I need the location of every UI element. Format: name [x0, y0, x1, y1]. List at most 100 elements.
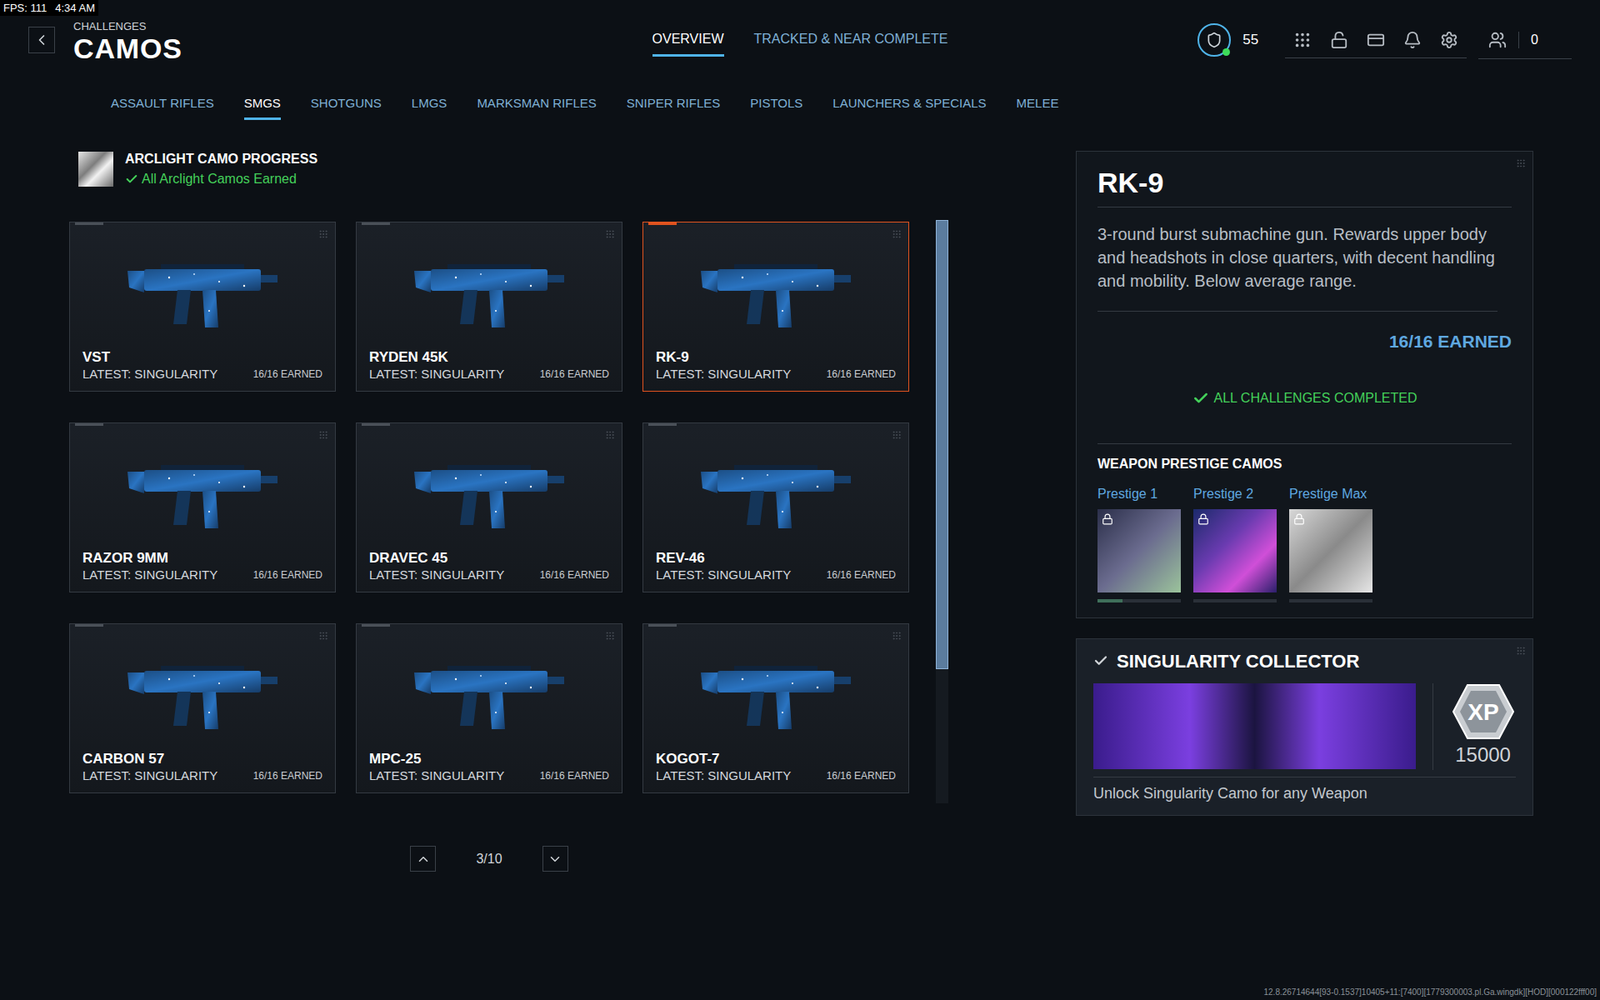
card-info: DRAVEC 45LATEST: SINGULARITY 16/16 EARNED — [356, 550, 622, 592]
card-accent — [361, 222, 390, 225]
prestige-progress — [1097, 599, 1181, 603]
card-accent — [75, 423, 104, 426]
weapon-image-icon — [119, 244, 286, 336]
fps-overlay: FPS: 1114:34 AM — [0, 0, 99, 16]
grid-icon — [1515, 645, 1526, 656]
breadcrumb: CHALLENGES — [73, 20, 183, 33]
weapon-latest: LATEST: SINGULARITY — [655, 566, 791, 584]
card-info: KOGOT-7LATEST: SINGULARITY16/16 EARNED — [643, 750, 909, 793]
weapon-image — [643, 624, 909, 751]
prestige-item[interactable]: Prestige 1 — [1097, 484, 1181, 603]
grid-icon — [605, 430, 615, 440]
reward-description: Unlock Singularity Camo for any Weapon — [1093, 776, 1516, 805]
grid-icon — [318, 229, 329, 240]
weapon-card[interactable]: MPC-25LATEST: SINGULARITY16/16 EARNED — [355, 623, 623, 794]
prestige-list: Prestige 1Prestige 2Prestige Max — [1097, 484, 1512, 603]
weapon-name: KOGOT-7 — [655, 750, 896, 768]
weapon-image-icon — [119, 645, 286, 738]
scrollbar[interactable] — [935, 220, 949, 804]
weapon-card[interactable]: RAZOR 9MMLATEST: SINGULARITY16/16 EARNED — [69, 422, 336, 593]
card-icon[interactable] — [1366, 30, 1385, 50]
player-avatar[interactable] — [1197, 23, 1231, 57]
weapon-name: RK-9 — [655, 349, 896, 366]
category-tab[interactable]: ASSAULT RIFLES — [110, 94, 215, 121]
reward-panel: SINGULARITY COLLECTORXP15000Unlock Singu… — [1075, 638, 1534, 816]
category-tab[interactable]: SMGS — [244, 94, 281, 121]
weapon-grid: VSTLATEST: SINGULARITY16/16 EARNEDRYDEN … — [69, 221, 910, 804]
weapon-image-icon — [692, 445, 860, 537]
weapon-card[interactable]: CARBON 57LATEST: SINGULARITY16/16 EARNED — [69, 623, 336, 794]
lock-icon — [1101, 513, 1114, 525]
weapon-earned: 16/16 EARNED — [540, 567, 610, 583]
grid-icon — [891, 430, 902, 440]
grid-icon — [605, 630, 615, 641]
weapon-card[interactable]: KOGOT-7LATEST: SINGULARITY16/16 EARNED — [642, 623, 910, 794]
party-group: 0 — [1478, 21, 1572, 60]
weapon-latest: LATEST: SINGULARITY — [82, 767, 218, 785]
pagination: 3/10 — [69, 845, 910, 872]
weapon-image — [70, 624, 335, 751]
main: ARCLIGHT CAMO PROGRESSAll Arclight Camos… — [0, 150, 1600, 872]
category-tab[interactable]: MELEE — [1016, 94, 1060, 121]
prestige-progress — [1193, 599, 1277, 603]
rank-icon — [1205, 31, 1223, 49]
prestige-camo — [1289, 509, 1373, 593]
chevron-down-icon — [547, 851, 563, 867]
party-icon[interactable] — [1488, 30, 1507, 50]
prestige-progress — [1289, 599, 1373, 603]
page-down-button[interactable] — [542, 845, 569, 872]
category-tab[interactable]: SHOTGUNS — [310, 94, 382, 121]
top-tabs: OVERVIEW TRACKED & NEAR COMPLETE — [652, 24, 949, 57]
weapon-card[interactable]: REV-46LATEST: SINGULARITY16/16 EARNED — [642, 422, 910, 593]
card-info: RK-9LATEST: SINGULARITY16/16 EARNED — [643, 349, 909, 391]
reward-amount: 15000 — [1455, 740, 1511, 770]
page-up-button[interactable] — [410, 845, 436, 872]
top-tab[interactable]: TRACKED & NEAR COMPLETE — [754, 29, 949, 57]
category-tab[interactable]: LMGS — [411, 94, 448, 121]
unlock-icon[interactable] — [1330, 30, 1349, 50]
arclight-progress: ARCLIGHT CAMO PROGRESSAll Arclight Camos… — [78, 150, 949, 188]
prestige-item[interactable]: Prestige Max — [1289, 484, 1373, 603]
detail-description: 3-round burst submachine gun. Rewards up… — [1097, 222, 1498, 312]
category-tab[interactable]: LAUNCHERS & SPECIALS — [832, 94, 986, 121]
prestige-camo — [1097, 509, 1181, 593]
weapon-name: RAZOR 9MM — [82, 550, 323, 567]
back-button[interactable] — [28, 26, 55, 54]
category-tab[interactable]: SNIPER RIFLES — [626, 94, 721, 121]
category-tab[interactable]: PISTOLS — [750, 94, 803, 121]
grid-icon — [605, 229, 615, 240]
prestige-item[interactable]: Prestige 2 — [1193, 484, 1277, 603]
check-icon — [125, 172, 139, 186]
weapon-name: DRAVEC 45 — [369, 550, 610, 567]
weapon-image — [643, 423, 909, 550]
check-icon — [1093, 653, 1109, 669]
weapon-card[interactable]: DRAVEC 45LATEST: SINGULARITY 16/16 EARNED — [355, 422, 623, 593]
top-tab[interactable]: OVERVIEW — [652, 29, 725, 57]
weapon-image-icon — [405, 645, 573, 738]
weapon-name: MPC-25 — [369, 750, 610, 768]
weapon-card[interactable]: RK-9LATEST: SINGULARITY16/16 EARNED — [642, 221, 910, 392]
category-tab[interactable]: MARKSMAN RIFLES — [476, 94, 596, 121]
weapon-latest: LATEST: SINGULARITY — [369, 767, 505, 785]
card-accent — [75, 624, 104, 627]
bell-icon[interactable] — [1403, 30, 1422, 50]
weapon-image — [70, 222, 335, 350]
xp-badge-icon: XP — [1451, 683, 1515, 740]
lock-icon — [1293, 513, 1305, 525]
gear-icon[interactable] — [1440, 30, 1459, 50]
weapon-latest: LATEST: SINGULARITY — [655, 767, 791, 785]
scrollbar-thumb[interactable] — [935, 220, 949, 670]
weapon-earned: 16/16 EARNED — [253, 366, 323, 382]
menu-icons — [1285, 22, 1467, 59]
weapon-card[interactable]: RYDEN 45KLATEST: SINGULARITY16/16 EARNED — [355, 221, 623, 392]
back-icon — [33, 31, 50, 49]
weapon-earned: 16/16 EARNED — [826, 366, 896, 382]
weapon-latest: LATEST: SINGULARITY — [369, 566, 505, 584]
weapon-earned: 16/16 EARNED — [826, 567, 896, 583]
detail-column: RK-93-round burst submachine gun. Reward… — [1075, 150, 1534, 872]
card-accent — [648, 423, 677, 426]
reward-banner — [1093, 683, 1416, 770]
apps-icon[interactable] — [1293, 30, 1312, 50]
check-icon — [1192, 390, 1210, 407]
weapon-card[interactable]: VSTLATEST: SINGULARITY16/16 EARNED — [69, 221, 336, 392]
